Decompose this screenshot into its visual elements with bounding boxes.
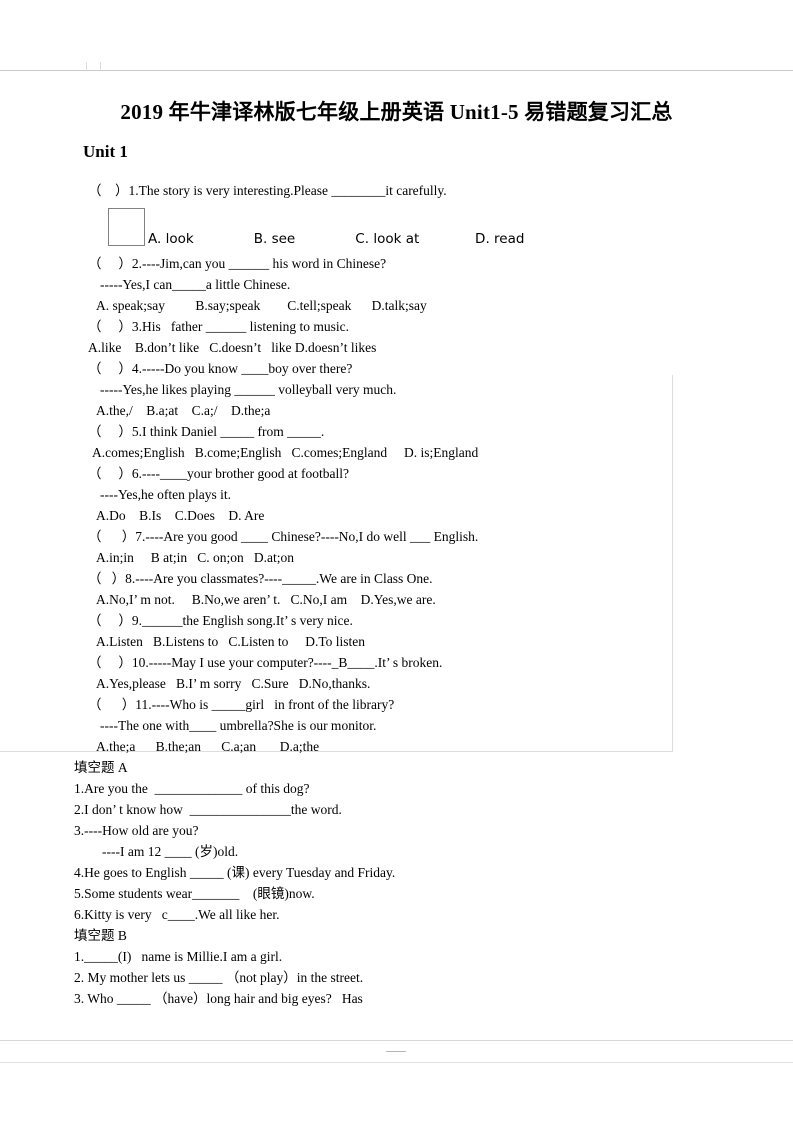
question-4-stem: （ ）4.-----Do you know ____boy over there… xyxy=(88,361,353,376)
question-2-sub: -----Yes,I can_____a little Chinese. xyxy=(100,277,291,292)
question-6-stem: （ ）6.----____your brother good at footba… xyxy=(88,466,349,481)
fill-a-item-6: 6.Kitty is very c____.We all like her. xyxy=(74,907,280,922)
header-tick-mark-left xyxy=(86,62,87,71)
footer-separator-rule-top xyxy=(0,1040,793,1041)
question-8-stem: （ ）8.----Are you classmates?----_____.We… xyxy=(88,571,433,586)
question-1-options-spacer xyxy=(0,201,793,253)
fill-section-b-label: 填空题 B xyxy=(74,928,127,943)
fill-a-item-2: 2.I don’ t know how _______________the w… xyxy=(74,802,342,817)
fill-section-a-label: 填空题 A xyxy=(74,760,128,775)
footer-separator-rule-bottom xyxy=(0,1062,793,1063)
unit-heading: Unit 1 xyxy=(83,142,128,161)
question-6-sub: ----Yes,he often plays it. xyxy=(100,487,231,502)
document-page: 2019 年牛津译林版七年级上册英语 Unit1-5 易错题复习汇总 Unit … xyxy=(0,0,793,1122)
footer-page-mark xyxy=(386,1051,406,1052)
question-4-sub: -----Yes,he likes playing ______ volleyb… xyxy=(100,382,397,397)
fill-a-item-4: 4.He goes to English _____ (课) every Tue… xyxy=(74,865,396,880)
header-tick-mark-right xyxy=(100,62,101,71)
question-11-sub: ----The one with____ umbrella?She is our… xyxy=(100,718,377,733)
question-3-options: A.like B.don’t like C.doesn’t like D.doe… xyxy=(88,340,377,355)
question-11-options: A.the;a B.the;an C.a;an D.a;the xyxy=(96,739,320,754)
question-11-stem: （ ）11.----Who is _____girl in front of t… xyxy=(88,697,395,712)
question-5-options: A.comes;English B.come;English C.comes;E… xyxy=(92,445,479,460)
question-6-options: A.Do B.Is C.Does D. Are xyxy=(96,508,265,523)
question-3-stem: （ ）3.His father ______ listening to musi… xyxy=(88,319,349,334)
question-9-options: A.Listen B.Listens to C.Listen to D.To l… xyxy=(96,634,366,649)
question-9-stem: （ ）9.______the English song.It’ s very n… xyxy=(88,613,353,628)
question-10-stem: （ ）10.-----May I use your computer?----_… xyxy=(88,655,443,670)
question-10-options: A.Yes,please B.I’ m sorry C.Sure D.No,th… xyxy=(96,676,371,691)
question-5-stem: （ ）5.I think Daniel _____ from _____. xyxy=(88,424,325,439)
fill-b-item-1: 1._____(I) name is Millie.I am a girl. xyxy=(74,949,283,964)
header-separator-rule xyxy=(0,70,793,71)
fill-a-item-5: 5.Some students wear_______ (眼镜)now. xyxy=(74,886,315,901)
question-7-stem: （ ）7.----Are you good ____ Chinese?----N… xyxy=(88,529,479,544)
exercise-body: （ ）1.The story is very interesting.Pleas… xyxy=(0,180,793,1009)
fill-a-item-3: 3.----How old are you? xyxy=(74,823,199,838)
question-8-options: A.No,I’ m not. B.No,we aren’ t. C.No,I a… xyxy=(96,592,436,607)
fill-b-item-3: 3. Who _____ （have）long hair and big eye… xyxy=(74,991,363,1006)
fill-a-item-1: 1.Are you the _____________ of this dog? xyxy=(74,781,310,796)
question-2-options: A. speak;say B.say;speak C.tell;speak D.… xyxy=(96,298,427,313)
question-7-options: A.in;in B at;in C. on;on D.at;on xyxy=(96,550,294,565)
fill-b-item-2: 2. My mother lets us _____ （not play）in … xyxy=(74,970,364,985)
question-4-options: A.the,/ B.a;at C.a;/ D.the;a xyxy=(96,403,271,418)
question-2-stem: （ ）2.----Jim,can you ______ his word in … xyxy=(88,256,387,271)
fill-a-item-3-answer: ----I am 12 ____ (岁)old. xyxy=(102,844,239,859)
page-title: 2019 年牛津译林版七年级上册英语 Unit1-5 易错题复习汇总 xyxy=(120,100,673,124)
question-1-stem: （ ）1.The story is very interesting.Pleas… xyxy=(88,183,447,198)
